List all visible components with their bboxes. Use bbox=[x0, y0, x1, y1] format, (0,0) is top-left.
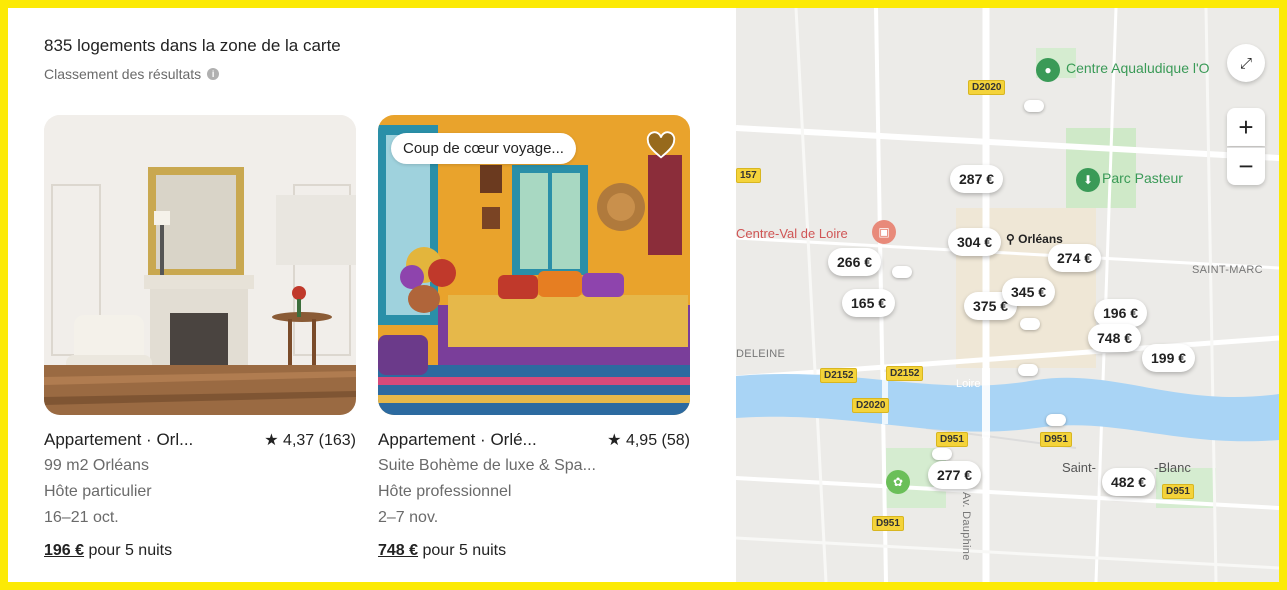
expand-icon: ⤢ bbox=[1239, 54, 1252, 72]
street-avenue-dauphine: Av. Dauphine bbox=[960, 492, 972, 561]
listing-panel: 835 logements dans la zone de la carte C… bbox=[8, 8, 736, 582]
map-marker-dot[interactable] bbox=[1020, 318, 1040, 330]
plus-icon: + bbox=[1238, 111, 1254, 142]
price-pin[interactable]: 277 € bbox=[928, 461, 982, 489]
road-shield: 157 bbox=[736, 168, 761, 183]
price-pin[interactable]: 482 € bbox=[1102, 468, 1156, 496]
park-pin-icon[interactable]: ⬇ bbox=[1076, 168, 1100, 192]
place-aqualudique[interactable]: Centre Aqualudique l'O bbox=[1066, 60, 1210, 76]
road-shield: D2020 bbox=[852, 398, 890, 413]
place-centre-val-de-loire[interactable]: Centre-Val de Loire bbox=[736, 226, 848, 241]
road-shield: D2152 bbox=[820, 368, 858, 383]
listing-price-suffix: pour 5 nuits bbox=[418, 542, 507, 559]
listing-photo[interactable] bbox=[44, 115, 356, 415]
listing-subtitle: 99 m2 Orléans bbox=[44, 457, 149, 474]
place-parc-pasteur[interactable]: Parc Pasteur bbox=[1102, 170, 1183, 186]
heart-icon[interactable] bbox=[646, 131, 676, 161]
museum-pin-icon[interactable]: ▣ bbox=[872, 220, 896, 244]
aqualudique-pin-icon[interactable]: ● bbox=[1036, 58, 1060, 82]
map-marker-dot[interactable] bbox=[892, 266, 912, 278]
zoom-out-button[interactable]: − bbox=[1227, 147, 1265, 185]
results-count: 835 logements dans la zone de la carte bbox=[44, 36, 341, 55]
road-shield: D951 bbox=[1040, 432, 1072, 447]
price-pin[interactable]: 304 € bbox=[948, 228, 1002, 256]
price-pin[interactable]: 199 € bbox=[1142, 344, 1196, 372]
listing-dates: 2–7 nov. bbox=[378, 509, 439, 526]
listing-price-suffix: pour 5 nuits bbox=[84, 542, 173, 559]
listing-host-type: Hôte professionnel bbox=[378, 483, 512, 500]
listing-card[interactable]: Appartement · Orl... ★ 4,37 (163) 99 m2 … bbox=[44, 115, 356, 560]
road-shield: D951 bbox=[936, 432, 968, 447]
listing-rating: ★ 4,95 (58) bbox=[607, 432, 690, 449]
place-madeleine: DELEINE bbox=[736, 348, 786, 360]
place-saint-part1: Saint- bbox=[1062, 460, 1096, 475]
place-saint-jean-le-blanc-end: -Blanc bbox=[1154, 460, 1191, 475]
city-label-orleans[interactable]: ⚲ Orléans bbox=[1006, 232, 1063, 246]
info-icon[interactable]: i bbox=[207, 68, 220, 80]
listing-price[interactable]: 196 € bbox=[44, 542, 84, 559]
price-pin[interactable]: 748 € bbox=[1088, 324, 1142, 352]
results-ranking-link[interactable]: Classement des résultats i bbox=[44, 66, 220, 82]
listing-dates: 16–21 oct. bbox=[44, 509, 119, 526]
map-panel[interactable]: ● Centre Aqualudique l'O ⬇ Parc Pasteur … bbox=[736, 8, 1279, 582]
price-pin[interactable]: 345 € bbox=[1002, 278, 1056, 306]
place-saint-marc: SAINT-MARC bbox=[1192, 264, 1263, 276]
price-pin[interactable]: 266 € bbox=[828, 248, 882, 276]
price-pin[interactable]: 196 € bbox=[1094, 299, 1148, 327]
road-shield: D951 bbox=[1162, 484, 1194, 499]
price-pin[interactable]: 274 € bbox=[1048, 244, 1102, 272]
screenshot-frame: 835 logements dans la zone de la carte C… bbox=[8, 8, 1279, 582]
listing-price-row[interactable]: 196 € pour 5 nuits bbox=[44, 542, 356, 560]
listing-price[interactable]: 748 € bbox=[378, 542, 418, 559]
map-marker-dot[interactable] bbox=[932, 448, 952, 460]
road-shield: D951 bbox=[872, 516, 904, 531]
listing-price-row[interactable]: 748 € pour 5 nuits bbox=[378, 542, 690, 560]
listing-subtitle: Suite Bohème de luxe & Spa... bbox=[378, 457, 596, 474]
listing-title: Appartement · Orlé... bbox=[378, 430, 537, 449]
listing-photo[interactable]: Coup de cœur voyage... bbox=[378, 115, 690, 415]
location-pin-icon: ⚲ bbox=[1006, 232, 1015, 246]
road-shield: D2020 bbox=[968, 80, 1006, 95]
map-marker-dot[interactable] bbox=[1024, 100, 1044, 112]
price-pin[interactable]: 287 € bbox=[950, 165, 1004, 193]
map-marker-dot[interactable] bbox=[1018, 364, 1038, 376]
place-saint-part2: -Blanc bbox=[1154, 460, 1191, 475]
minus-icon: − bbox=[1238, 151, 1254, 181]
listing-title: Appartement · Orl... bbox=[44, 430, 194, 449]
river-loire-label: Loire bbox=[956, 378, 981, 390]
place-saint-jean-le-blanc: Saint- bbox=[1062, 460, 1096, 475]
road-shield: D2152 bbox=[886, 366, 924, 381]
listing-host-type: Hôte particulier bbox=[44, 483, 152, 500]
map-marker-dot[interactable] bbox=[1046, 414, 1066, 426]
listing-rating: ★ 4,37 (163) bbox=[264, 432, 356, 449]
price-pin[interactable]: 165 € bbox=[842, 289, 896, 317]
listing-card[interactable]: Coup de cœur voyage... Appartement · Orl… bbox=[378, 115, 690, 560]
guest-favorite-badge: Coup de cœur voyage... bbox=[391, 133, 576, 164]
zoom-in-button[interactable]: + bbox=[1227, 108, 1265, 146]
sort-label: Classement des résultats bbox=[44, 66, 202, 82]
expand-map-button[interactable]: ⤢ bbox=[1227, 44, 1265, 82]
garden-pin-icon[interactable]: ✿ bbox=[886, 470, 910, 494]
